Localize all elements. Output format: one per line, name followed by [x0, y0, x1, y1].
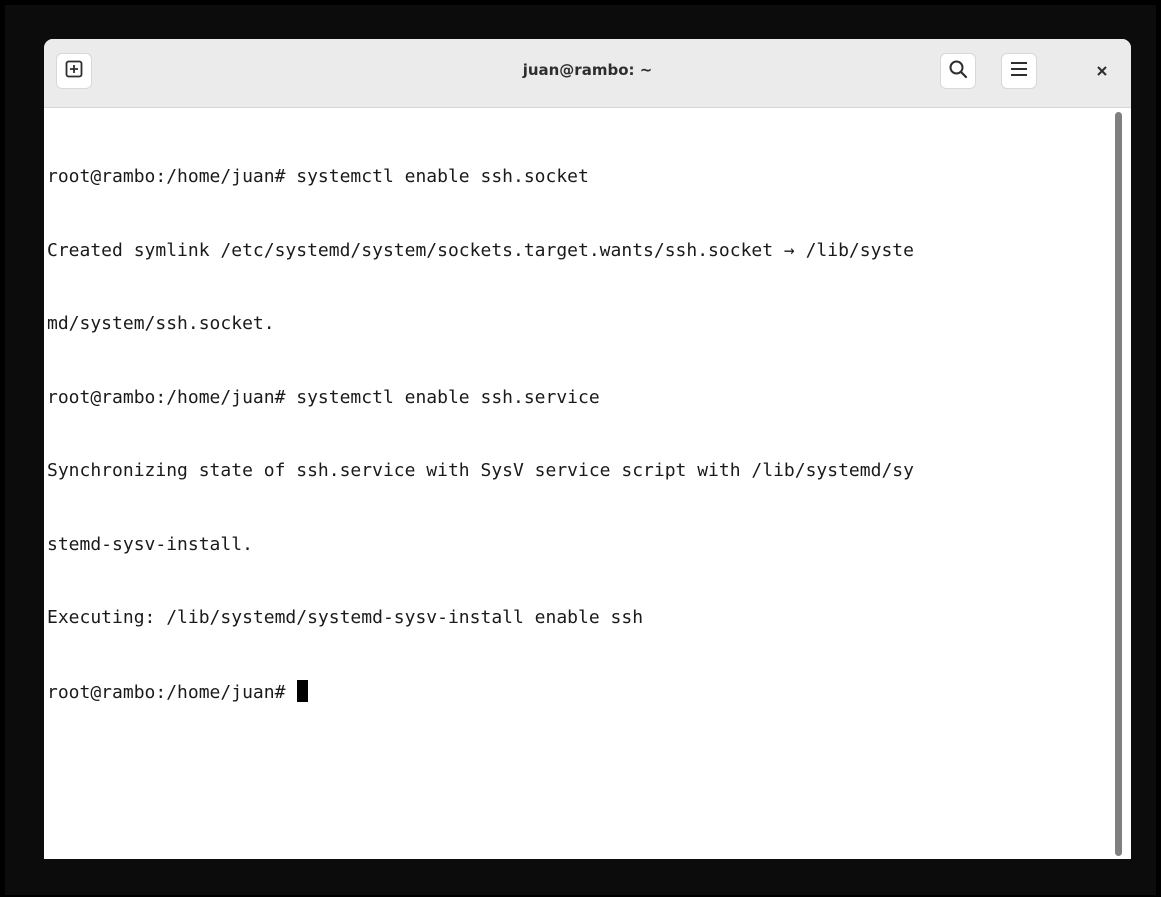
terminal-output: root@rambo:/home/juan# systemctl enable …	[47, 116, 914, 753]
terminal-line: md/system/ssh.socket.	[47, 313, 275, 334]
terminal-line: stemd-sysv-install.	[47, 533, 253, 555]
prompt-line: root@rambo:/home/juan#	[47, 679, 914, 705]
terminal-area[interactable]: root@rambo:/home/juan# systemctl enable …	[44, 108, 1131, 859]
screen-background: juan@rambo: ~ root@rambo:/home/juan# sys…	[0, 0, 1161, 897]
search-icon	[948, 59, 968, 83]
close-window-button[interactable]	[1084, 53, 1120, 89]
terminal-line: root@rambo:/home/juan# systemctl enable …	[47, 386, 600, 408]
text-cursor	[297, 679, 309, 702]
terminal-window: juan@rambo: ~ root@rambo:/home/juan# sys…	[44, 39, 1131, 859]
close-icon	[1096, 62, 1108, 81]
shell-prompt: root@rambo:/home/juan#	[47, 681, 297, 703]
search-button[interactable]	[940, 53, 976, 89]
terminal-line: Synchronizing state of ssh.service with …	[47, 460, 914, 481]
new-tab-button[interactable]	[56, 53, 92, 89]
scrollbar[interactable]	[1112, 110, 1124, 858]
hamburger-menu-icon	[1010, 61, 1028, 81]
terminal-line: Created symlink /etc/systemd/system/sock…	[47, 239, 914, 261]
terminal-line: Executing: /lib/systemd/systemd-sysv-ins…	[47, 607, 644, 628]
terminal-line: root@rambo:/home/juan# systemctl enable …	[47, 166, 589, 187]
header-bar: juan@rambo: ~	[44, 39, 1131, 108]
new-tab-icon	[65, 60, 83, 82]
scrollbar-thumb[interactable]	[1115, 112, 1122, 856]
main-menu-button[interactable]	[1001, 53, 1037, 89]
